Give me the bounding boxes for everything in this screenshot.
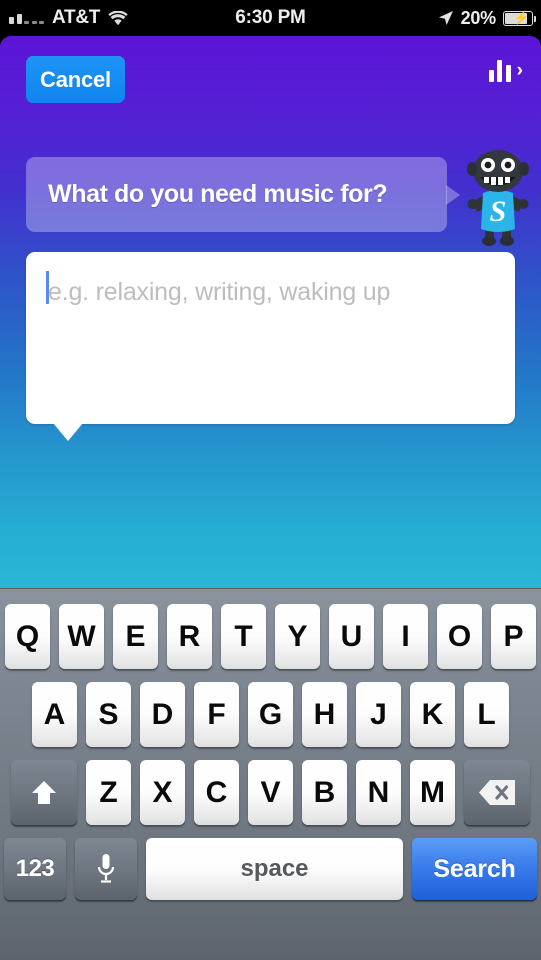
equalizer-bars-icon bbox=[488, 60, 511, 82]
microphone-key[interactable] bbox=[75, 838, 137, 900]
key-f[interactable]: F bbox=[194, 682, 239, 747]
battery-charging-icon: ⚡ bbox=[503, 10, 537, 26]
key-j[interactable]: J bbox=[356, 682, 401, 747]
key-k[interactable]: K bbox=[410, 682, 455, 747]
question-bubble: What do you need music for? bbox=[26, 157, 460, 232]
cancel-button[interactable]: Cancel bbox=[26, 56, 125, 103]
key-z[interactable]: Z bbox=[86, 760, 131, 825]
key-c[interactable]: C bbox=[194, 760, 239, 825]
onscreen-keyboard: Q W E R T Y U I O P A S D F G H J K L Z … bbox=[0, 588, 541, 960]
key-g[interactable]: G bbox=[248, 682, 293, 747]
space-key[interactable]: space bbox=[146, 838, 403, 900]
phone-screen: AT&T 6:30 PM 20% ⚡ Cancel › What do you … bbox=[0, 0, 541, 960]
keyboard-row-3: Z X C V B N M bbox=[0, 760, 541, 825]
key-l[interactable]: L bbox=[464, 682, 509, 747]
key-p[interactable]: P bbox=[491, 604, 536, 669]
key-n[interactable]: N bbox=[356, 760, 401, 825]
shift-key[interactable] bbox=[11, 760, 77, 825]
keyboard-row-1: Q W E R T Y U I O P bbox=[0, 604, 541, 669]
key-t[interactable]: T bbox=[221, 604, 266, 669]
key-o[interactable]: O bbox=[437, 604, 482, 669]
numeric-key[interactable]: 123 bbox=[4, 838, 66, 900]
key-d[interactable]: D bbox=[140, 682, 185, 747]
answer-input[interactable] bbox=[48, 266, 498, 318]
keyboard-row-2: A S D F G H J K L bbox=[0, 682, 541, 747]
backspace-key[interactable] bbox=[464, 760, 530, 825]
key-v[interactable]: V bbox=[248, 760, 293, 825]
equalizer-button[interactable]: › bbox=[488, 60, 523, 82]
key-h[interactable]: H bbox=[302, 682, 347, 747]
keyboard-row-4: 123 space Search bbox=[0, 838, 541, 900]
status-bar-right: 20% ⚡ bbox=[438, 7, 537, 29]
key-u[interactable]: U bbox=[329, 604, 374, 669]
location-arrow-icon bbox=[438, 10, 454, 26]
robot-mascot: S bbox=[461, 149, 535, 247]
microphone-icon bbox=[96, 852, 116, 886]
status-bar: AT&T 6:30 PM 20% ⚡ bbox=[0, 0, 541, 36]
question-text: What do you need music for? bbox=[48, 180, 388, 208]
key-x[interactable]: X bbox=[140, 760, 185, 825]
key-r[interactable]: R bbox=[167, 604, 212, 669]
key-q[interactable]: Q bbox=[5, 604, 50, 669]
battery-percent-label: 20% bbox=[460, 7, 497, 28]
key-s[interactable]: S bbox=[86, 682, 131, 747]
svg-text:S: S bbox=[490, 195, 507, 228]
app-content-panel: Cancel › What do you need music for? S e… bbox=[0, 36, 541, 588]
key-a[interactable]: A bbox=[32, 682, 77, 747]
key-w[interactable]: W bbox=[59, 604, 104, 669]
key-e[interactable]: E bbox=[113, 604, 158, 669]
key-m[interactable]: M bbox=[410, 760, 455, 825]
key-i[interactable]: I bbox=[383, 604, 428, 669]
chevron-right-icon: › bbox=[516, 60, 523, 81]
shift-arrow-icon bbox=[29, 778, 59, 808]
search-key[interactable]: Search bbox=[412, 838, 537, 900]
key-y[interactable]: Y bbox=[275, 604, 320, 669]
answer-input-box[interactable] bbox=[26, 252, 515, 441]
key-b[interactable]: B bbox=[302, 760, 347, 825]
backspace-icon bbox=[478, 779, 516, 806]
